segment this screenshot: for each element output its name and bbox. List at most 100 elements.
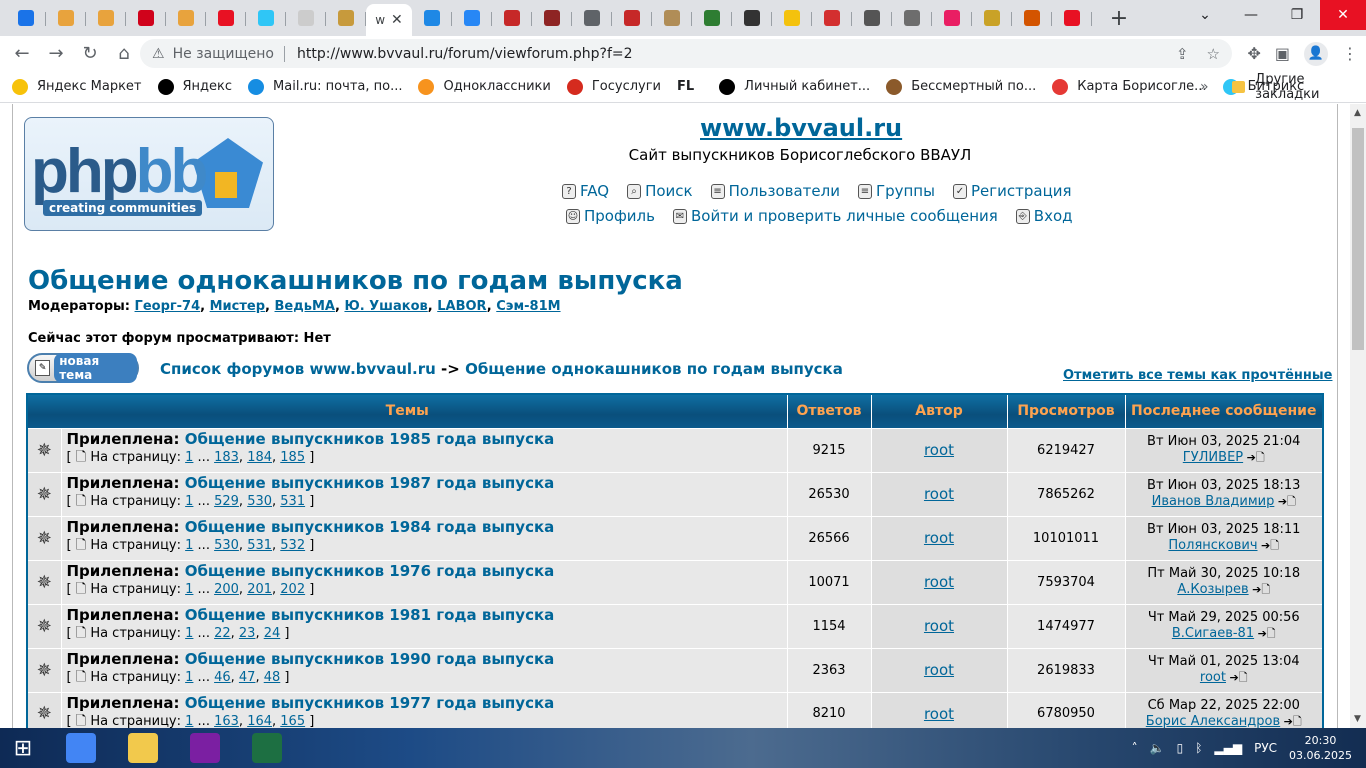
reload-button[interactable]: ↻ (74, 38, 106, 70)
page-link[interactable]: 202 (280, 582, 305, 597)
menu-kebab-icon[interactable]: ⋮ (1342, 44, 1358, 63)
moderator-link[interactable]: Мистер (210, 299, 265, 314)
goto-last-post-icon[interactable]: ➔🗋 (1258, 539, 1279, 552)
forward-button[interactable]: → (40, 38, 72, 70)
page-link[interactable]: 532 (280, 538, 305, 553)
moderator-link[interactable]: Ю. Ушаков (344, 299, 427, 314)
topic-link[interactable]: Общение выпускников 1984 года выпуска (185, 518, 555, 536)
profile-avatar-icon[interactable]: 👤 (1304, 41, 1328, 66)
bookmarks-overflow-icon[interactable]: » (1200, 79, 1209, 95)
last-post-user-link[interactable]: А.Козырев (1177, 582, 1248, 597)
tab-right-12[interactable] (892, 4, 932, 32)
bookmark-item[interactable]: Личный кабинет... (719, 78, 870, 95)
page-link[interactable]: 46 (214, 670, 231, 685)
last-post-user-link[interactable]: Полянскович (1168, 538, 1257, 553)
tab-right-0[interactable] (412, 4, 452, 32)
goto-last-post-icon[interactable]: ➔🗋 (1243, 451, 1265, 464)
tab-0[interactable] (6, 4, 46, 32)
breadcrumb-current-link[interactable]: Общение однокашников по годам выпуска (465, 360, 843, 378)
bookmark-item[interactable]: Яндекс Маркет (12, 78, 142, 95)
nav-register[interactable]: ✓ Регистрация (952, 182, 1072, 200)
tab-right-7[interactable] (692, 4, 732, 32)
nav-login[interactable]: ⎆ Вход (1015, 207, 1073, 225)
tab-right-4[interactable] (572, 4, 612, 32)
bookmark-item[interactable]: Mail.ru: почта, по... (248, 78, 402, 95)
extensions-icon[interactable]: ✥ (1247, 44, 1260, 63)
bookmark-item[interactable]: Яндекс (157, 78, 232, 95)
page-link[interactable]: 185 (280, 450, 305, 465)
tab-active[interactable]: w ✕ (366, 4, 412, 36)
address-bar[interactable]: ⚠ Не защищено http://www.bvvaul.ru/forum… (140, 39, 1232, 68)
tab-right-2[interactable] (492, 4, 532, 32)
page-link[interactable]: 165 (280, 714, 305, 728)
page-link[interactable]: 24 (264, 626, 281, 641)
goto-last-post-icon[interactable]: ➔🗋 (1254, 627, 1276, 640)
bluetooth-icon[interactable]: ᛒ (1195, 741, 1202, 755)
side-panel-icon[interactable]: ▣ (1275, 44, 1290, 63)
phpbb-logo[interactable]: phpbb creating communities (24, 117, 274, 231)
tab-5[interactable] (206, 4, 246, 32)
nav-members[interactable]: ≡ Пользователи (710, 182, 840, 200)
tray-arrow-icon[interactable]: ˄ (1132, 741, 1138, 755)
page-link[interactable]: 531 (247, 538, 272, 553)
topic-link[interactable]: Общение выпускников 1981 года выпуска (185, 606, 555, 624)
tab-1[interactable] (46, 4, 86, 32)
tab-right-8[interactable] (732, 4, 772, 32)
tab-right-3[interactable] (532, 4, 572, 32)
signal-icon[interactable]: ▂▄▆ (1214, 741, 1242, 755)
share-icon[interactable]: ⇪ (1176, 45, 1189, 63)
bookmark-star-icon[interactable]: ☆ (1207, 45, 1220, 63)
goto-last-post-icon[interactable]: ➔🗋 (1280, 715, 1302, 728)
page-link[interactable]: 184 (247, 450, 272, 465)
nav-profile[interactable]: ☺ Профиль (566, 207, 655, 225)
moderator-link[interactable]: LABOR (437, 299, 487, 314)
bookmark-fl[interactable]: FL (677, 79, 703, 95)
tab-right-9[interactable] (772, 4, 812, 32)
other-bookmarks[interactable]: Другие закладки (1232, 72, 1366, 102)
tab-search-icon[interactable]: ⌄ (1182, 0, 1228, 30)
page-link[interactable]: 1 (185, 714, 193, 728)
page-link[interactable]: 200 (214, 582, 239, 597)
nav-search[interactable]: ⌕ Поиск (627, 182, 693, 200)
author-link[interactable]: root (924, 617, 954, 635)
tab-8[interactable] (326, 4, 366, 32)
page-link[interactable]: 1 (185, 494, 193, 509)
page-link[interactable]: 1 (185, 626, 193, 641)
minimize-button[interactable]: — (1228, 0, 1274, 30)
tab-6[interactable] (246, 4, 286, 32)
forum-title[interactable]: Общение однокашников по годам выпуска (28, 266, 683, 296)
battery-icon[interactable]: ▯ (1177, 741, 1184, 755)
author-link[interactable]: root (924, 529, 954, 547)
clock[interactable]: 20:30 03.06.2025 (1289, 733, 1352, 763)
page-link[interactable]: 22 (214, 626, 231, 641)
topic-link[interactable]: Общение выпускников 1976 года выпуска (185, 562, 555, 580)
moderator-link[interactable]: ВедьМА (275, 299, 335, 314)
tab-2[interactable] (86, 4, 126, 32)
topic-link[interactable]: Общение выпускников 1987 года выпуска (185, 474, 555, 492)
page-scrollbar[interactable]: ▲ ▼ (1350, 104, 1366, 728)
tab-right-6[interactable] (652, 4, 692, 32)
tab-right-16[interactable] (1052, 4, 1092, 32)
nav-messages[interactable]: ✉ Войти и проверить личные сообщения (672, 207, 998, 225)
site-title-link[interactable]: www.bvvaul.ru (700, 114, 902, 142)
volume-icon[interactable]: 🔈 (1150, 741, 1165, 755)
page-link[interactable]: 1 (185, 670, 193, 685)
page-link[interactable]: 164 (247, 714, 272, 728)
tab-right-15[interactable] (1012, 4, 1052, 32)
home-button[interactable]: ⌂ (108, 38, 140, 70)
language-indicator[interactable]: РУС (1254, 741, 1277, 755)
insecure-label[interactable]: Не защищено (173, 46, 274, 62)
last-post-user-link[interactable]: Иванов Владимир (1152, 494, 1275, 509)
page-link[interactable]: 531 (280, 494, 305, 509)
bookmark-item[interactable]: Одноклассники (418, 78, 551, 95)
last-post-user-link[interactable]: root (1200, 670, 1226, 685)
page-link[interactable]: 529 (214, 494, 239, 509)
tab-right-13[interactable] (932, 4, 972, 32)
author-link[interactable]: root (924, 485, 954, 503)
moderator-link[interactable]: Георг-74 (135, 299, 201, 314)
nav-groups[interactable]: ≡ Группы (857, 182, 935, 200)
page-link[interactable]: 530 (247, 494, 272, 509)
scroll-up-icon[interactable]: ▲ (1354, 108, 1361, 118)
author-link[interactable]: root (924, 661, 954, 679)
page-link[interactable]: 47 (239, 670, 256, 685)
